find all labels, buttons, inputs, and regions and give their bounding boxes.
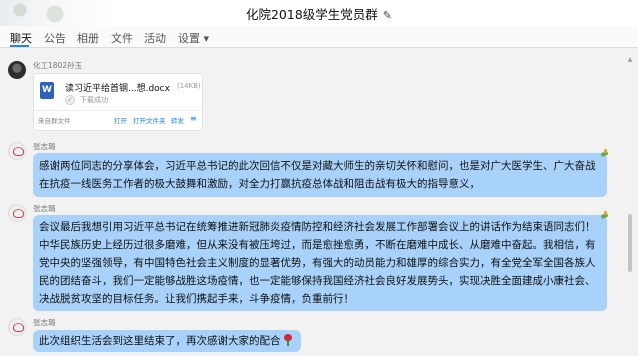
bubble-corner-decoration: [601, 149, 610, 158]
message-line: 在抗疫一线医务工作者的极大鼓舞和激励，对全力打赢抗疫总体战和阻击战有极大的指导意…: [39, 178, 480, 190]
forward-link[interactable]: 转发: [171, 115, 184, 125]
message-line: 决战脱贫攻坚的目标任务。让我们携起手来，斗争疫情，负重前行！: [39, 293, 354, 305]
scroll-thumb[interactable]: [628, 214, 632, 272]
tab-announcement[interactable]: 公告: [44, 30, 66, 46]
chat-scrollbar[interactable]: ▲: [626, 56, 634, 352]
rose-icon: [283, 334, 293, 346]
message-sender: 张志璐: [33, 318, 56, 327]
message-text: 此次组织生活会到这里结束了，再次感谢大家的配合: [39, 335, 281, 347]
active-tab-indicator: [10, 45, 29, 47]
file-size: (14KB): [177, 82, 201, 90]
open-file-link[interactable]: 打开: [114, 115, 127, 125]
menu-icon[interactable]: ≡: [190, 115, 197, 123]
group-title: 化院2018级学生党员群 ✎: [0, 4, 638, 23]
word-doc-icon: W: [40, 82, 54, 99]
message-line: 感谢两位同志的分享体会，习近平总书记的此次回信不仅是对藏大师生的亲切关怀和慰问，…: [39, 160, 596, 172]
chat-message-list: 化工1802孙玉 W 读习近平给首钢...想.docx (14KB) ✓ 下载成…: [0, 49, 622, 356]
message-line: 党中央的坚强领导，有中国特色社会主义制度的显著优势，有强大的动员能力和雄厚的综合…: [39, 257, 596, 269]
avatar[interactable]: [8, 61, 26, 79]
download-status: 下载成功: [80, 96, 108, 104]
tab-files[interactable]: 文件: [111, 30, 133, 46]
message-line: 中华民族历史上经历过很多磨难，但从来没有被压垮过，而是愈挫愈勇，不断在磨难中成长…: [39, 239, 596, 251]
message-bubble[interactable]: 此次组织生活会到这里结束了，再次感谢大家的配合: [33, 330, 301, 352]
tab-settings[interactable]: 设置 ▾: [178, 30, 209, 46]
avatar[interactable]: [8, 318, 26, 336]
message-line: 民的团结奋斗，我们一定能够战胜这场疫情，也一定能够保持我国经济社会良好发展势头，…: [39, 275, 596, 287]
scroll-up-arrow-icon[interactable]: ▲: [626, 56, 634, 64]
file-card-divider: [34, 110, 202, 111]
avatar[interactable]: [8, 142, 26, 160]
download-status-icon: ✓: [65, 95, 75, 105]
tab-activity[interactable]: 活动: [144, 30, 166, 46]
message-bubble[interactable]: 感谢两位同志的分享体会，习近平总书记的此次回信不仅是对藏大师生的亲切关怀和慰问，…: [33, 149, 607, 197]
window-title-bar: 化院2018级学生党员群 ✎: [0, 0, 638, 26]
message-line: 会议最后我想引用习近平总书记在统筹推进新冠肺炎疫情防控和经济社会发展工作部署会议…: [39, 221, 596, 233]
bubble-corner-decoration: [601, 211, 610, 220]
file-message-card[interactable]: W 读习近平给首钢...想.docx (14KB) ✓ 下载成功 来自群文件 打…: [33, 73, 203, 131]
avatar[interactable]: [8, 204, 26, 222]
file-source: 来自群文件: [38, 117, 71, 125]
tab-chat[interactable]: 聊天: [10, 30, 32, 46]
message-sender: 化工1802孙玉: [33, 61, 83, 70]
group-title-text: 化院2018级学生党员群: [245, 7, 378, 22]
tab-bar: 聊天 公告 相册 文件 活动 设置 ▾: [0, 26, 638, 48]
message-sender: 张志璐: [33, 142, 56, 151]
pencil-icon[interactable]: ✎: [383, 9, 392, 22]
message-bubble[interactable]: 会议最后我想引用习近平总书记在统筹推进新冠肺炎疫情防控和经济社会发展工作部署会议…: [33, 211, 607, 311]
message-sender: 张志璐: [33, 204, 56, 213]
open-folder-link[interactable]: 打开文件夹: [133, 115, 166, 125]
file-name: 读习近平给首钢...想.docx: [65, 84, 170, 94]
tab-album[interactable]: 相册: [77, 30, 99, 46]
